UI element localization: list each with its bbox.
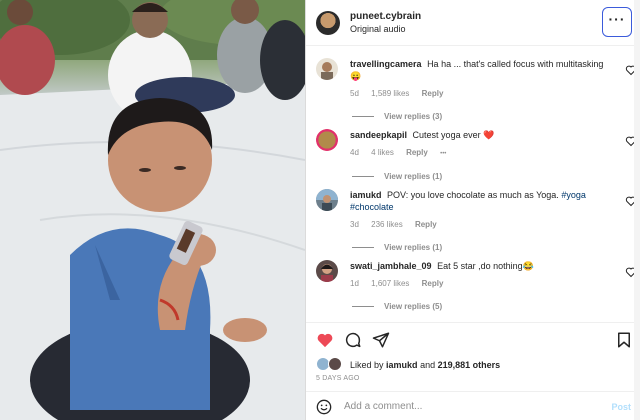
comment-item: swati_jambhale_09 Eat 5 star ,do nothing… [306,252,640,311]
view-replies-button[interactable]: View replies (1) [352,172,640,181]
likes-summary: Liked by iamukd and 219,881 others [306,357,640,373]
comment-text: Cutest yoga ever ❤️ [412,130,495,140]
view-replies-label: View replies (1) [384,243,443,252]
more-options-button[interactable]: ··· [602,7,632,37]
view-replies-label: View replies (5) [384,302,443,311]
window-edge [634,0,640,420]
audio-label[interactable]: Original audio [350,23,421,36]
comment-likes[interactable]: 236 likes [371,220,403,229]
comment-time[interactable]: 3d [350,220,359,229]
liker-username[interactable]: iamukd [386,360,418,370]
comment-item: travellingcamera Ha ha ... that's called… [306,50,640,121]
replies-divider [352,176,374,177]
action-icon-row [306,323,640,357]
comment-options-button[interactable]: ••• [440,151,446,157]
emoji-icon[interactable] [316,399,332,415]
hashtag-link[interactable]: #yoga [561,190,586,200]
view-replies-button[interactable]: View replies (3) [352,112,640,121]
comment-likes[interactable]: 1,607 likes [371,279,409,288]
comment-icon[interactable] [344,331,362,349]
video-frame-illustration [0,0,305,420]
comment-likes[interactable]: 1,589 likes [371,89,409,98]
view-replies-label: View replies (1) [384,172,443,181]
comment-time[interactable]: 1d [350,279,359,288]
send-icon[interactable] [372,331,390,349]
comment-text: POV: you love chocolate as much as Yoga. [387,190,559,200]
view-replies-button[interactable]: View replies (1) [352,243,640,252]
comment-time[interactable]: 4d [350,148,359,157]
post-actions: Liked by iamukd and 219,881 others 5 DAY… [306,322,640,420]
comment-username[interactable]: travellingcamera [350,59,422,69]
replies-divider [352,247,374,248]
replies-divider [352,116,374,117]
reply-button[interactable]: Reply [406,148,428,157]
likes-count-link[interactable]: 219,881 others [438,360,501,370]
post-video[interactable] [0,0,305,420]
reply-button[interactable]: Reply [415,220,437,229]
author-username[interactable]: puneet.cybrain [350,10,421,23]
post-date[interactable]: 5 DAYS AGO [306,373,640,382]
post-header: puneet.cybrain Original audio ··· [306,0,640,46]
replies-divider [352,306,374,307]
post-side-panel: puneet.cybrain Original audio ··· travel… [305,0,640,420]
avatar-image [321,264,333,282]
comment-username[interactable]: iamukd [350,190,382,200]
commenter-avatar[interactable] [316,58,338,80]
more-horizontal-icon: ··· [608,11,626,27]
avatar-image [321,62,333,80]
heart-filled-icon[interactable] [316,331,334,349]
comment-time[interactable]: 5d [350,89,359,98]
reply-button[interactable]: Reply [422,279,444,288]
view-replies-label: View replies (3) [384,112,443,121]
comment-input[interactable]: Add a comment... [344,401,611,412]
comment-username[interactable]: swati_jambhale_09 [350,261,432,271]
likes-prefix: Liked by [350,360,384,370]
liker-avatar [328,357,342,371]
comment-likes[interactable]: 4 likes [371,148,394,157]
comment-text: Eat 5 star ,do nothing😂 [437,261,534,271]
commenter-avatar[interactable] [316,260,338,282]
commenter-avatar[interactable] [316,189,338,211]
comment-item: iamukd POV: you love chocolate as much a… [306,181,640,252]
author-avatar[interactable] [316,10,340,35]
view-replies-button[interactable]: View replies (5) [352,302,640,311]
comment-item: sandeepkapil Cutest yoga ever ❤️ 4d 4 li… [306,121,640,181]
commenter-avatar[interactable] [316,129,338,151]
hashtag-link[interactable]: #chocolate [350,202,394,212]
bookmark-icon[interactable] [615,331,633,349]
comment-username[interactable]: sandeepkapil [350,130,407,140]
liker-avatars[interactable] [316,357,346,373]
likes-and: and [420,360,436,370]
comments-list: travellingcamera Ha ha ... that's called… [306,50,640,322]
post-comment-button[interactable]: Post [611,402,631,412]
avatar-image [316,189,338,211]
add-comment-bar: Add a comment... Post [306,391,640,420]
reply-button[interactable]: Reply [422,89,444,98]
